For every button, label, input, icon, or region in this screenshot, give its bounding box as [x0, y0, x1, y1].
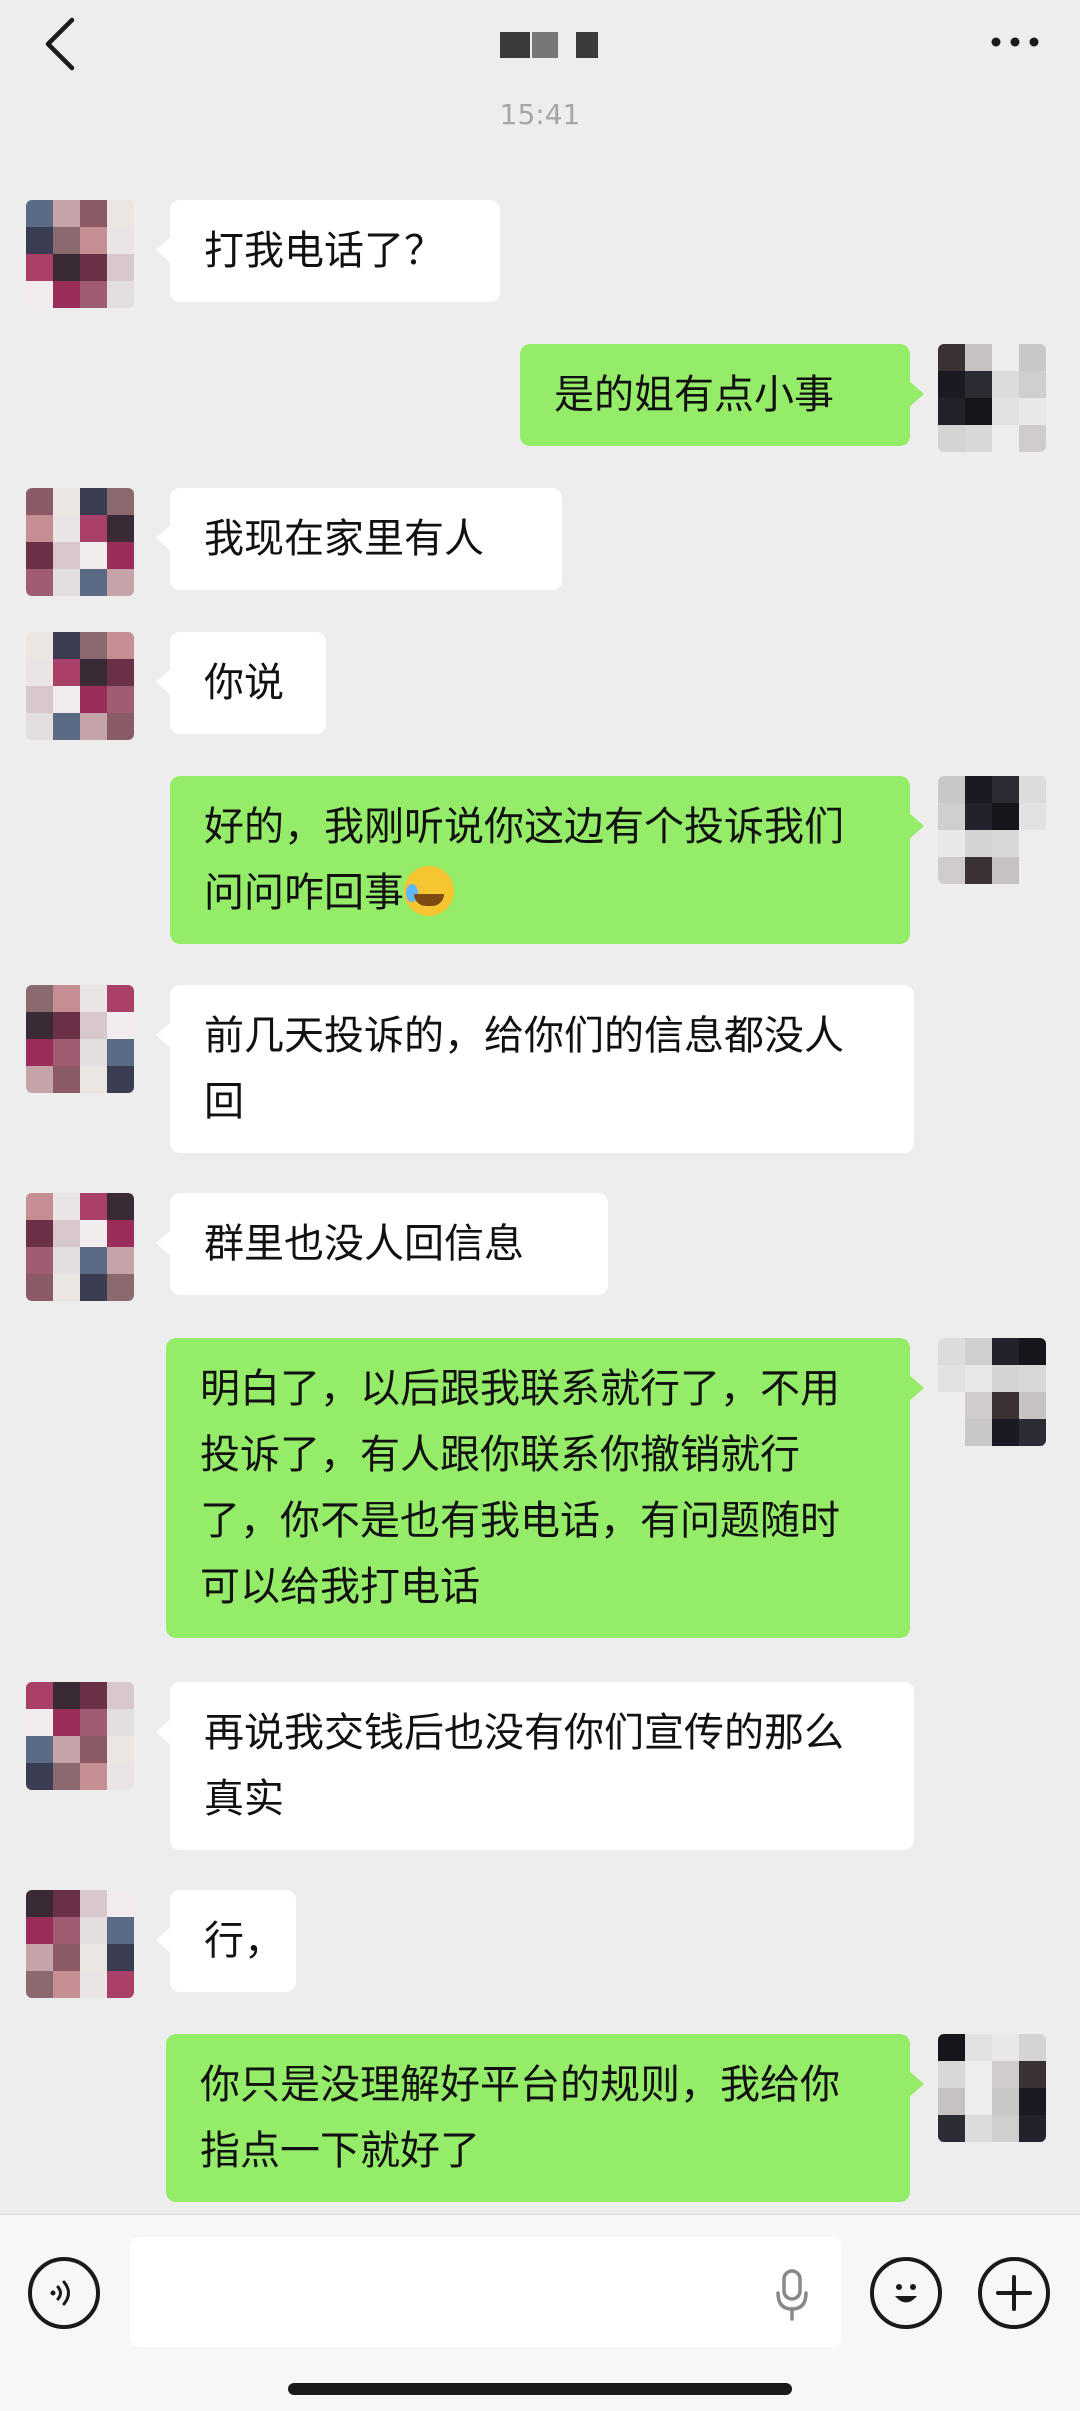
avatar[interactable] [26, 985, 134, 1093]
outgoing-message-bubble[interactable]: 你只是没理解好平台的规则，我给你指点一下就好了 [166, 2034, 924, 2202]
avatar[interactable] [26, 1890, 134, 1998]
incoming-message-bubble[interactable]: 行， [156, 1890, 296, 1992]
incoming-message-bubble[interactable]: 打我电话了？ [156, 200, 500, 302]
outgoing-message-bubble[interactable]: 是的姐有点小事 [520, 344, 924, 446]
avatar[interactable] [938, 776, 1046, 884]
message-text: 再说我交钱后也没有你们宣传的那么真实 [204, 1710, 844, 1822]
avatar[interactable] [26, 1193, 134, 1301]
outgoing-message-bubble[interactable]: 明白了，以后跟我联系就行了，不用投诉了，有人跟你联系你撤销就行了，你不是也有我电… [166, 1338, 924, 1638]
more-dots-icon[interactable] [990, 32, 1040, 52]
avatar[interactable] [26, 1682, 134, 1790]
message-text: 你说 [204, 660, 284, 706]
avatar[interactable] [938, 1338, 1046, 1446]
incoming-message-bubble[interactable]: 再说我交钱后也没有你们宣传的那么真实 [156, 1682, 914, 1850]
top-bar [0, 0, 1080, 100]
timestamp: 15:41 [499, 98, 581, 131]
emoji-icon[interactable] [870, 2257, 942, 2329]
message-text: 前几天投诉的，给你们的信息都没人回 [204, 1013, 844, 1125]
avatar[interactable] [938, 2034, 1046, 2142]
title-mosaic [576, 32, 598, 58]
message-text: 明白了，以后跟我联系就行了，不用投诉了，有人跟你联系你撤销就行了，你不是也有我电… [200, 1366, 840, 1610]
home-indicator [288, 2383, 792, 2395]
incoming-message-bubble[interactable]: 前几天投诉的，给你们的信息都没人回 [156, 985, 914, 1153]
plus-icon[interactable] [978, 2257, 1050, 2329]
avatar[interactable] [938, 344, 1046, 452]
message-text: 你只是没理解好平台的规则，我给你指点一下就好了 [200, 2062, 840, 2174]
voice-icon[interactable] [28, 2257, 100, 2329]
avatar[interactable] [26, 632, 134, 740]
input-bar [0, 2214, 1080, 2411]
cry-laugh-emoji [404, 866, 454, 916]
message-text: 我现在家里有人 [204, 516, 484, 562]
title-mosaic [532, 32, 558, 58]
message-text: 行， [204, 1918, 284, 1964]
incoming-message-bubble[interactable]: 群里也没人回信息 [156, 1193, 608, 1295]
incoming-message-bubble[interactable]: 你说 [156, 632, 326, 734]
avatar[interactable] [26, 200, 134, 308]
message-text: 好的，我刚听说你这边有个投诉我们问问咋回事 [204, 804, 844, 916]
outgoing-message-bubble[interactable]: 好的，我刚听说你这边有个投诉我们问问咋回事 [170, 776, 924, 944]
message-input[interactable] [130, 2237, 842, 2347]
message-text: 是的姐有点小事 [554, 372, 834, 418]
back-chevron-icon[interactable] [40, 14, 80, 74]
incoming-message-bubble[interactable]: 我现在家里有人 [156, 488, 562, 590]
message-text: 打我电话了？ [204, 228, 444, 274]
microphone-icon[interactable] [772, 2267, 812, 2323]
message-text: 群里也没人回信息 [204, 1221, 524, 1267]
title-mosaic [500, 32, 530, 58]
avatar[interactable] [26, 488, 134, 596]
